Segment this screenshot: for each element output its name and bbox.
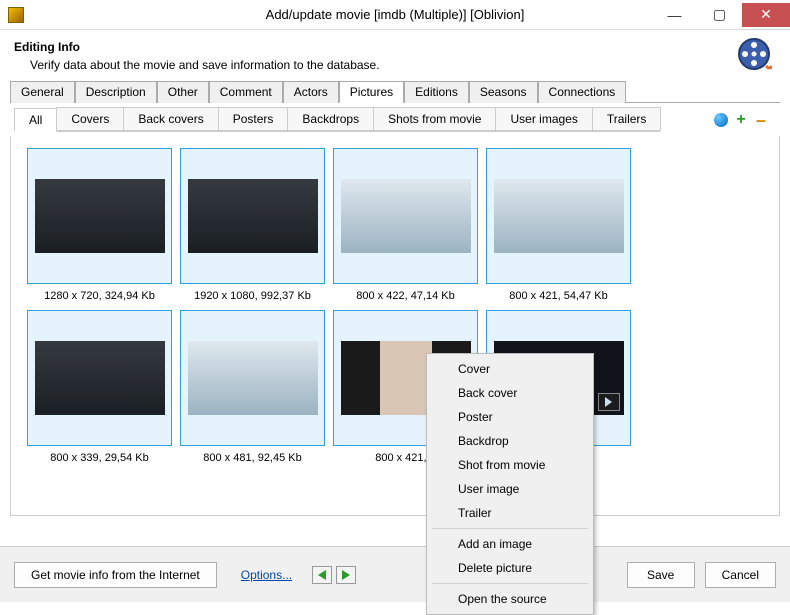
thumbnail: 800 x 422, 47,14 Kb — [333, 148, 478, 302]
tab-connections[interactable]: Connections — [538, 81, 627, 103]
play-icon[interactable] — [598, 393, 620, 411]
thumbnail-caption: 1920 x 1080, 992,37 Kb — [180, 290, 325, 302]
thumbnail-frame[interactable] — [180, 310, 325, 446]
thumbnail-image[interactable] — [188, 341, 318, 415]
tab-other[interactable]: Other — [157, 81, 209, 103]
menu-item-trailer[interactable]: Trailer — [430, 501, 590, 525]
thumbnail-image[interactable] — [188, 179, 318, 253]
app-icon — [8, 7, 24, 23]
thumbnail-frame[interactable] — [180, 148, 325, 284]
page-title: Editing Info — [14, 40, 776, 54]
prev-button[interactable] — [312, 566, 332, 584]
menu-item-poster[interactable]: Poster — [430, 405, 590, 429]
filter-covers[interactable]: Covers — [56, 107, 124, 131]
menu-item-back-cover[interactable]: Back cover — [430, 381, 590, 405]
thumbnail-image[interactable] — [35, 179, 165, 253]
tab-comment[interactable]: Comment — [209, 81, 283, 103]
menu-item-backdrop[interactable]: Backdrop — [430, 429, 590, 453]
filter-user-images[interactable]: User images — [495, 107, 592, 131]
picture-toolbar: + – — [714, 113, 780, 127]
menu-item-cover[interactable]: Cover — [430, 357, 590, 381]
filter-posters[interactable]: Posters — [218, 107, 289, 131]
thumbnail-grid[interactable]: 1280 x 720, 324,94 Kb 1920 x 1080, 992,37… — [11, 136, 779, 515]
thumbnail-frame[interactable] — [333, 148, 478, 284]
filter-shots-from-movie[interactable]: Shots from movie — [373, 107, 496, 131]
globe-icon[interactable] — [714, 113, 728, 127]
remove-icon[interactable]: – — [754, 113, 768, 127]
menu-item-delete-picture[interactable]: Delete picture — [430, 556, 590, 580]
thumbnail-caption: 800 x 422, 47,14 Kb — [333, 290, 478, 302]
thumbnail-caption: 800 x 339, 29,54 Kb — [27, 452, 172, 464]
save-button[interactable]: Save — [627, 562, 695, 588]
footer: Get movie info from the Internet Options… — [0, 546, 790, 602]
menu-item-user-image[interactable]: User image — [430, 477, 590, 501]
menu-separator — [432, 583, 588, 584]
context-menu: CoverBack coverPosterBackdropShot from m… — [426, 353, 594, 615]
menu-item-open-the-source[interactable]: Open the source — [430, 587, 590, 611]
thumbnail-frame[interactable] — [27, 148, 172, 284]
gallery-panel: 1280 x 720, 324,94 Kb 1920 x 1080, 992,37… — [10, 136, 780, 516]
close-button[interactable]: ✕ — [742, 3, 790, 27]
thumbnail-frame[interactable] — [486, 148, 631, 284]
thumbnail-caption: 1280 x 720, 324,94 Kb — [27, 290, 172, 302]
picture-filter-row: AllCoversBack coversPostersBackdropsShot… — [14, 107, 780, 132]
options-link[interactable]: Options... — [241, 568, 292, 582]
thumbnail: 1280 x 720, 324,94 Kb — [27, 148, 172, 302]
menu-item-shot-from-movie[interactable]: Shot from movie — [430, 453, 590, 477]
get-info-button[interactable]: Get movie info from the Internet — [14, 562, 217, 588]
tab-seasons[interactable]: Seasons — [469, 81, 538, 103]
titlebar: Add/update movie [imdb (Multiple)] [Obli… — [0, 0, 790, 30]
main-tabs: GeneralDescriptionOtherCommentActorsPict… — [10, 80, 780, 103]
add-icon[interactable]: + — [734, 113, 748, 127]
window-title: Add/update movie [imdb (Multiple)] [Obli… — [266, 7, 525, 22]
cancel-button[interactable]: Cancel — [705, 562, 776, 588]
thumbnail-image[interactable] — [341, 179, 471, 253]
thumbnail: 800 x 339, 29,54 Kb — [27, 310, 172, 464]
header: Editing Info Verify data about the movie… — [0, 30, 790, 80]
thumbnail-caption: 800 x 421, 54,47 Kb — [486, 290, 631, 302]
thumbnail-frame[interactable] — [27, 310, 172, 446]
tab-actors[interactable]: Actors — [283, 81, 339, 103]
thumbnail: 1920 x 1080, 992,37 Kb — [180, 148, 325, 302]
tab-description[interactable]: Description — [75, 81, 157, 103]
tab-editions[interactable]: Editions — [404, 81, 469, 103]
nav-arrows — [312, 566, 356, 584]
maximize-button[interactable]: ▢ — [697, 3, 742, 27]
thumbnail-image[interactable] — [35, 341, 165, 415]
menu-item-add-an-image[interactable]: Add an image — [430, 532, 590, 556]
menu-separator — [432, 528, 588, 529]
tab-general[interactable]: General — [10, 81, 75, 103]
page-subtitle: Verify data about the movie and save inf… — [30, 58, 776, 72]
window-controls: — ▢ ✕ — [652, 3, 790, 27]
filter-all[interactable]: All — [14, 108, 57, 132]
picture-filter-tabs: AllCoversBack coversPostersBackdropsShot… — [14, 107, 660, 132]
filter-back-covers[interactable]: Back covers — [123, 107, 218, 131]
tab-pictures[interactable]: Pictures — [339, 81, 404, 103]
thumbnail-caption: 800 x 481, 92,45 Kb — [180, 452, 325, 464]
film-reel-icon — [736, 36, 772, 72]
thumbnail-image[interactable] — [494, 179, 624, 253]
next-button[interactable] — [336, 566, 356, 584]
minimize-button[interactable]: — — [652, 3, 697, 27]
thumbnail: 800 x 481, 92,45 Kb — [180, 310, 325, 464]
filter-trailers[interactable]: Trailers — [592, 107, 662, 131]
thumbnail: 800 x 421, 54,47 Kb — [486, 148, 631, 302]
filter-backdrops[interactable]: Backdrops — [287, 107, 374, 131]
